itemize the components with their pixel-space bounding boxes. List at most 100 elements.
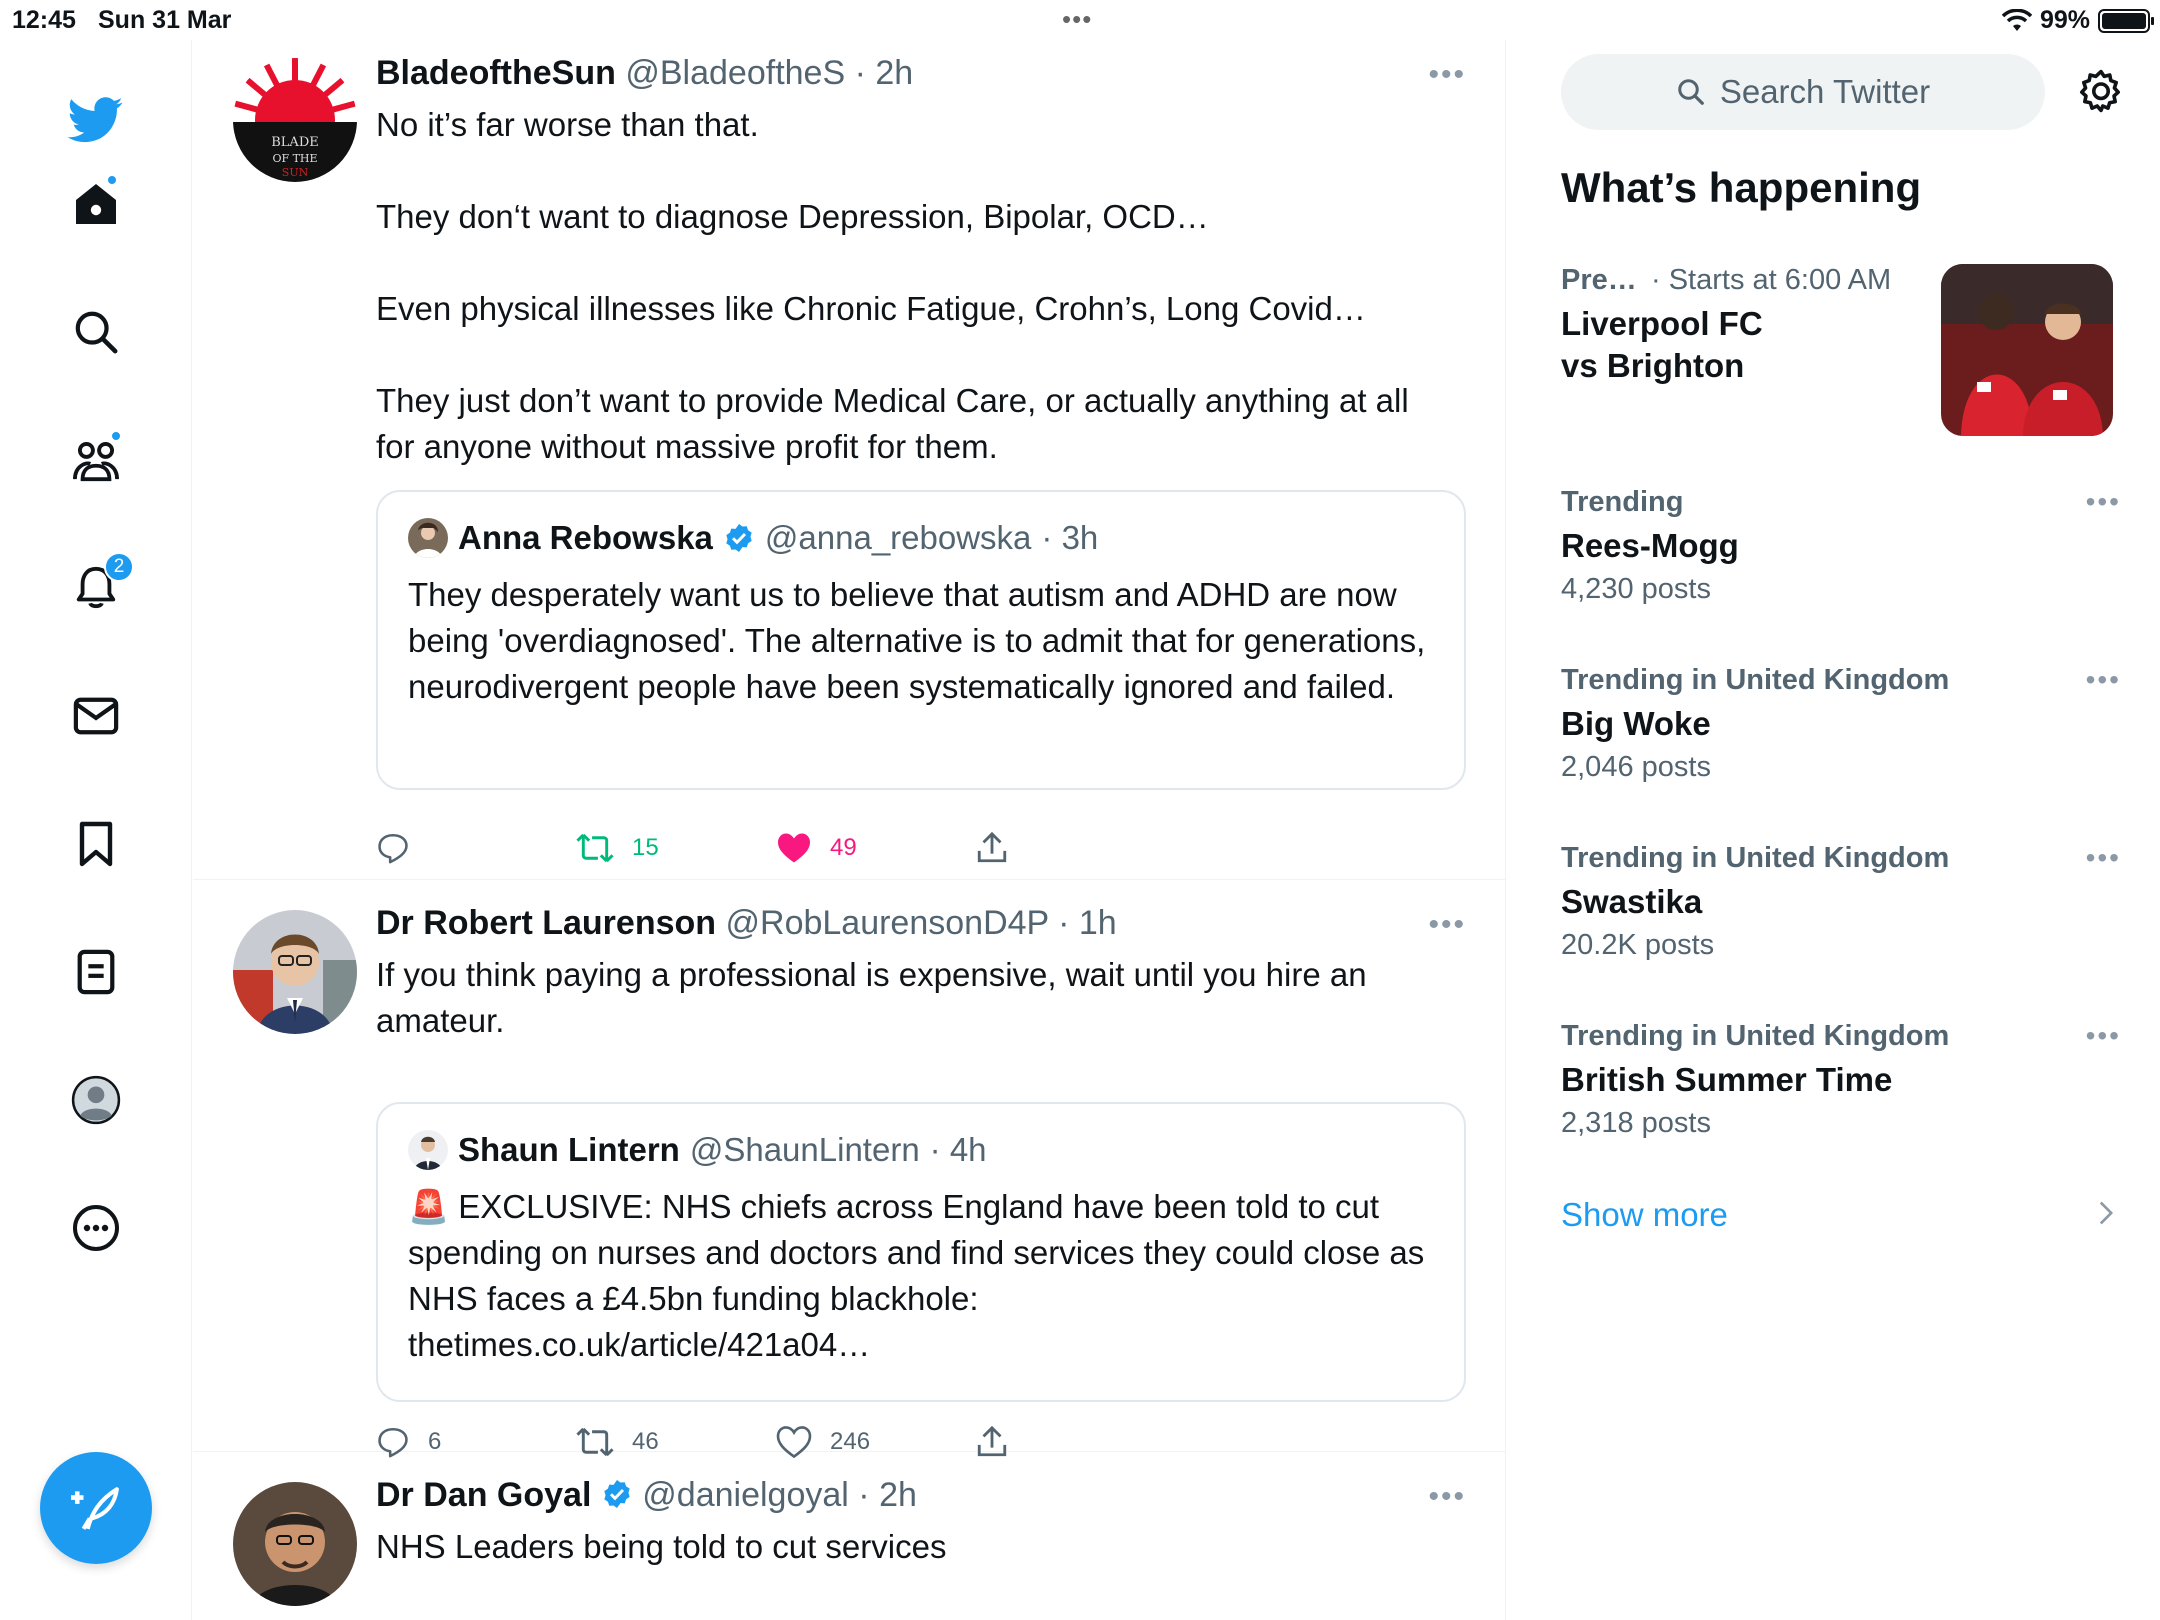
search-icon[interactable] [66,302,126,362]
trend-item[interactable]: Trending in United Kingdom Big Woke 2,04… [1561,664,2121,784]
quoted-tweet[interactable]: Shaun Lintern @ShaunLintern · 4h 🚨 EXCLU… [376,1102,1466,1402]
trend-item[interactable]: Trending in United Kingdom Swastika 20.2… [1561,842,2121,962]
retweet-icon [576,833,614,863]
messages-icon[interactable] [66,686,126,746]
author-name[interactable]: Dr Robert Laurenson [376,904,716,942]
trend-more-icon[interactable]: ••• [2086,486,2121,518]
reply-icon [378,833,408,864]
status-time: 12:45 [12,6,76,34]
trend-count: 2,318 posts [1561,1107,1711,1139]
status-right: 99% [2001,6,2154,35]
avatar[interactable] [233,910,357,1034]
event-start-time: · Starts at 6:00 AM [1651,264,1892,296]
avatar[interactable]: BLADE OF THE SUN [233,58,357,182]
quoted-author-name: Shaun Lintern [458,1131,680,1168]
compose-tweet-button[interactable] [40,1452,152,1564]
verified-icon [601,1478,633,1510]
multitasking-dots-icon[interactable]: ••• [1062,4,1092,35]
whats-happening-title: What’s happening [1561,164,1922,211]
author-name[interactable]: Dr Dan Goyal [376,1476,591,1514]
tweet-header: BladeoftheSun @BladeoftheS · 2h [376,54,913,93]
reply-button[interactable] [376,826,428,870]
search-placeholder: Search Twitter [1719,73,1931,110]
quoted-tweet-time: · 3h [1041,519,1099,556]
tweet-text: If you think paying a professional is ex… [376,956,1367,1039]
trend-more-icon[interactable]: ••• [2086,1020,2121,1052]
right-sidebar: Search Twitter What’s happening Pre… Liv… [1507,40,2160,1620]
quoted-tweet-text: 🚨 EXCLUSIVE: NHS chiefs across England h… [408,1188,1425,1363]
like-icon [778,833,810,863]
event-context: Pre… [1561,264,1637,296]
quoted-tweet-header: Shaun Lintern @ShaunLintern · 4h [408,1130,987,1170]
trend-context: Trending in United Kingdom [1561,664,1950,696]
author-handle[interactable]: @danielgoyal [642,1476,849,1514]
retweet-button[interactable]: 15 [576,826,659,870]
event-image[interactable] [1941,264,2113,436]
quoted-author-handle: @anna_rebowska [764,519,1032,556]
trend-count: 4,230 posts [1561,573,1711,605]
share-button[interactable] [976,826,1008,870]
tweet-time[interactable]: · 1h [1058,904,1117,942]
trend-more-icon[interactable]: ••• [2086,842,2121,874]
author-name[interactable]: BladeoftheSun [376,54,616,92]
quoted-tweet[interactable]: Anna Rebowska @anna_rebowska · 3h They d… [376,490,1466,790]
twitter-logo-icon[interactable] [66,90,126,150]
tweet-header: Dr Robert Laurenson @RobLaurensonD4P · 1… [376,904,1117,943]
trend-item[interactable]: Trending in United Kingdom British Summe… [1561,1020,2121,1140]
avatar-logo-text: BLADE [271,135,319,150]
author-handle[interactable]: @BladeoftheS [625,54,845,92]
retweet-count: 15 [632,834,659,861]
battery-icon [2098,8,2154,33]
tweet-more-icon[interactable]: ••• [1428,58,1466,92]
tweet-actions: 15 49 [376,826,1076,870]
trend-title: Swastika [1561,883,1703,920]
settings-icon[interactable] [2077,68,2125,116]
lists-icon[interactable] [66,942,126,1002]
quoted-tweet-header: Anna Rebowska @anna_rebowska · 3h [408,518,1098,558]
trend-count: 20.2K posts [1561,929,1715,961]
timeline: BLADE OF THE SUN BladeoftheSun @Bladeoft… [193,40,1506,1620]
trend-context: Trending [1561,486,1684,518]
search-input[interactable]: Search Twitter [1561,54,2045,130]
quoted-author-handle: @ShaunLintern [689,1131,920,1168]
tweet-text: No it’s far worse than that. They don‘t … [376,106,1409,465]
tweet-more-icon[interactable]: ••• [1428,1480,1466,1514]
battery-percent: 99% [2039,6,2090,34]
tweet[interactable]: BLADE OF THE SUN BladeoftheSun @Bladeoft… [193,40,1505,880]
trend-more-icon[interactable]: ••• [2086,664,2121,696]
notifications-badge: 2 [104,552,134,582]
trend-title: Big Woke [1561,705,1711,742]
tweet[interactable]: Dr Dan Goyal @danielgoyal · 2h ••• NHS L… [193,1452,1505,1620]
wifi-icon [2001,8,2032,31]
compose-icon [71,1487,119,1530]
trend-item[interactable]: Trending Rees-Mogg 4,230 posts ••• [1561,486,2121,606]
avatar[interactable] [233,1482,357,1606]
tweet[interactable]: Dr Robert Laurenson @RobLaurensonD4P · 1… [193,880,1505,1458]
author-handle[interactable]: @RobLaurensonD4P [726,904,1049,942]
trend-context: Trending in United Kingdom [1561,1020,1950,1052]
trend-context: Trending in United Kingdom [1561,842,1950,874]
trend-title: Rees-Mogg [1561,527,1739,564]
like-button[interactable]: 49 [776,826,857,870]
chevron-right-icon[interactable] [2097,1200,2115,1234]
more-icon[interactable] [66,1198,126,1258]
quoted-tweet-text: They desperately want us to believe that… [408,576,1426,705]
communities-notification-dot [110,430,122,442]
home-icon[interactable] [66,174,126,234]
status-bar: 12:45 Sun 31 Mar ••• 99% [0,0,2160,40]
status-date: Sun 31 Mar [98,6,232,34]
tweet-header: Dr Dan Goyal @danielgoyal · 2h [376,1476,917,1515]
quoted-author-name: Anna Rebowska [458,519,713,556]
like-count: 49 [830,834,857,861]
tweet-time[interactable]: · 2h [855,54,914,92]
tweet-more-icon[interactable]: ••• [1428,908,1466,942]
show-more-link[interactable]: Show more [1561,1196,1728,1234]
tweet-time[interactable]: · 2h [858,1476,917,1514]
notifications-icon[interactable]: 2 [66,552,134,618]
profile-icon[interactable] [66,1070,126,1130]
svg-text:OF THE: OF THE [272,152,317,165]
svg-text:SUN: SUN [282,166,309,179]
communities-icon[interactable] [66,430,126,490]
bookmarks-icon[interactable] [66,814,126,874]
trend-count: 2,046 posts [1561,751,1711,783]
